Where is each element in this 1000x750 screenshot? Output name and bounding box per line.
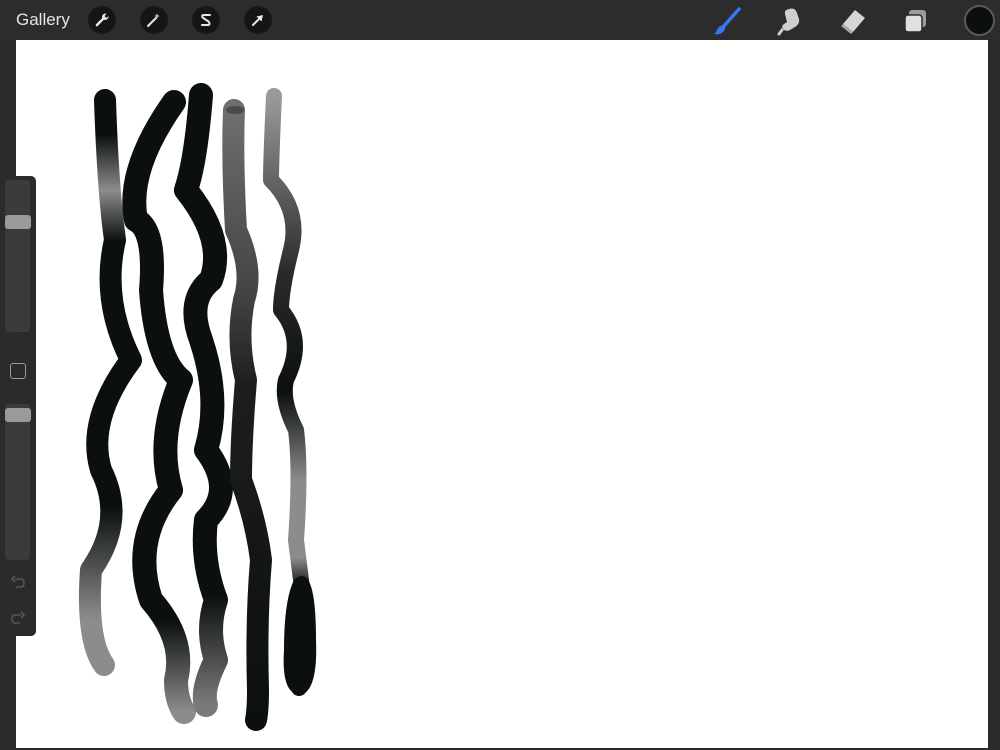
modify-button[interactable] <box>10 363 26 379</box>
top-toolbar: Gallery <box>0 0 1000 40</box>
color-picker-button[interactable] <box>964 5 995 36</box>
smudge-finger-icon <box>777 8 800 36</box>
undo-icon[interactable] <box>9 574 27 592</box>
redo-icon[interactable] <box>9 610 27 628</box>
eraser-tool-button[interactable] <box>838 6 868 36</box>
brush-strokes <box>78 83 317 731</box>
opacity-handle[interactable] <box>5 408 31 423</box>
actions-button[interactable] <box>88 6 116 34</box>
selection-button[interactable] <box>192 6 220 34</box>
brush-size-handle[interactable] <box>5 214 31 229</box>
layers-button[interactable] <box>901 6 931 36</box>
smudge-tool-button[interactable] <box>775 6 805 36</box>
eraser-icon <box>841 10 865 34</box>
gallery-button[interactable]: Gallery <box>16 10 70 30</box>
opacity-slider[interactable] <box>5 404 30 560</box>
brush-icon <box>714 7 741 35</box>
wrench-icon <box>95 13 109 27</box>
brush-size-slider[interactable] <box>5 180 30 332</box>
selection-s-icon <box>201 14 211 26</box>
sidebar <box>0 176 36 636</box>
magic-wand-icon <box>147 13 160 27</box>
drawing-canvas[interactable] <box>16 40 988 748</box>
layers-icon <box>904 10 926 33</box>
arrow-cursor-icon <box>252 15 263 26</box>
transform-button[interactable] <box>244 6 272 34</box>
brush-tool-button[interactable] <box>712 6 742 36</box>
adjustments-button[interactable] <box>140 6 168 34</box>
stroke-dot <box>226 106 244 114</box>
